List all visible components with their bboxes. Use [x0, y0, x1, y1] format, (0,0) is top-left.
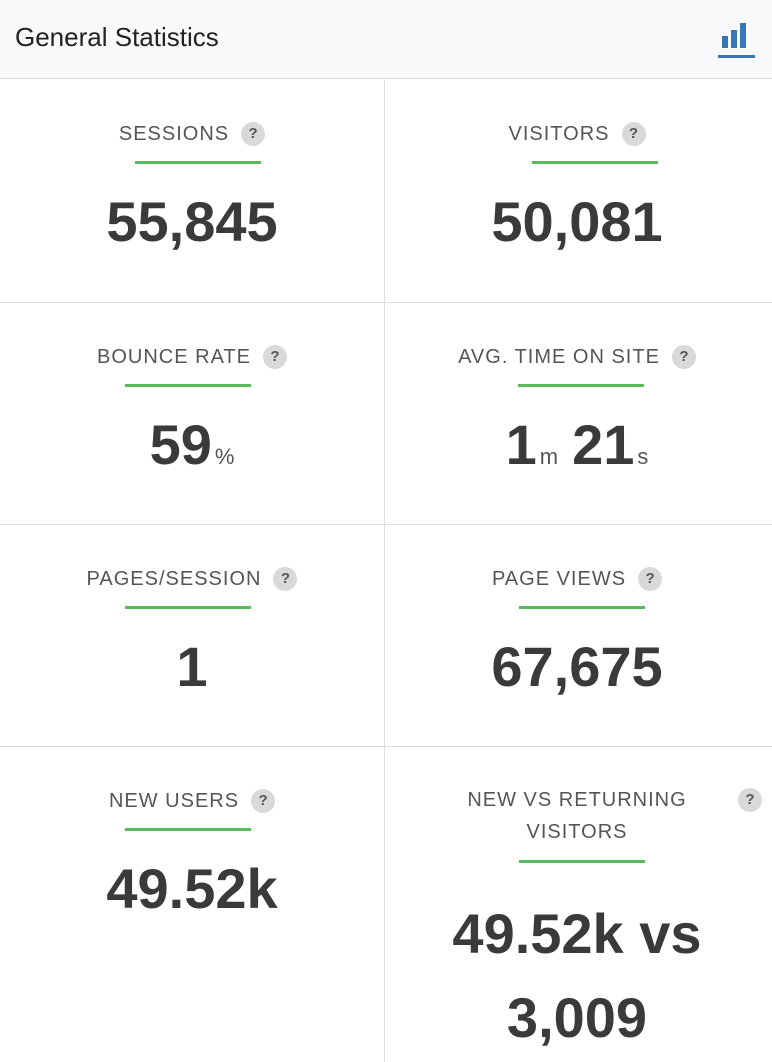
stat-value: 1: [176, 635, 208, 698]
stat-card-new-users: NEW USERS? 49.52k: [0, 747, 384, 1062]
accent-underline: [519, 606, 645, 609]
stat-card-sessions: SESSIONS? 55,845: [0, 80, 384, 302]
stat-card-page-views: PAGE VIEWS? 67,675: [385, 525, 769, 746]
stat-unit: %: [214, 444, 235, 469]
help-icon[interactable]: ?: [621, 121, 646, 146]
stat-label-line: NEW VS RETURNING: [467, 789, 687, 811]
stat-label: SESSIONS: [118, 122, 230, 145]
panel-title: General Statistics: [15, 22, 219, 52]
accent-underline: [125, 606, 251, 609]
stat-value-line: 49.52k vs: [452, 902, 702, 965]
help-icon[interactable]: ?: [241, 121, 266, 146]
stat-card-avg-time: AVG. TIME ON SITE? 1 m 21 s: [385, 303, 769, 524]
stat-seconds: 21: [572, 413, 635, 476]
accent-underline: [532, 161, 658, 164]
stat-card-pages-session: PAGES/SESSION? 1: [0, 525, 384, 746]
stat-unit: m: [539, 444, 559, 469]
bar-chart-icon[interactable]: [716, 18, 756, 60]
stat-number: 59: [149, 413, 212, 476]
stat-label: NEW USERS: [108, 789, 240, 812]
stat-label: BOUNCE RATE: [97, 345, 251, 368]
stat-value: 1 m 21 s: [385, 413, 769, 489]
stat-label: VISITORS: [508, 122, 610, 145]
stat-unit: s: [637, 444, 649, 469]
accent-underline: [125, 384, 251, 387]
help-icon[interactable]: ?: [638, 566, 663, 591]
stat-label: NEW VS RETURNING VISITORS: [445, 784, 709, 848]
statistics-grid: SESSIONS? 55,845 VISITORS? 50,081 BOUNCE…: [0, 80, 772, 1062]
help-icon[interactable]: ?: [671, 344, 696, 369]
stat-label: PAGE VIEWS: [491, 567, 627, 590]
stat-value: 49.52k vs 3,009: [385, 892, 769, 1060]
stat-value: 50,081: [491, 190, 663, 253]
stat-label-row: BOUNCE RATE?: [0, 340, 384, 373]
stat-card-visitors: VISITORS? 50,081: [385, 80, 769, 302]
help-icon[interactable]: ?: [738, 788, 762, 812]
stat-value: 55,845: [106, 190, 278, 253]
stat-label-row: AVG. TIME ON SITE?: [385, 340, 769, 373]
stat-label-row: NEW USERS?: [0, 784, 384, 817]
accent-underline: [135, 161, 261, 164]
stat-value: 49.52k: [106, 857, 278, 920]
stat-value-line: 3,009: [506, 986, 648, 1049]
stat-card-bounce-rate: BOUNCE RATE? 59%: [0, 303, 384, 524]
stat-card-new-vs-returning: NEW VS RETURNING VISITORS ? 49.52k vs 3,…: [385, 747, 769, 1062]
accent-underline: [519, 860, 645, 863]
help-icon[interactable]: ?: [273, 566, 298, 591]
stat-label: AVG. TIME ON SITE: [458, 345, 660, 368]
stat-label-row: SESSIONS?: [0, 117, 384, 150]
stat-label: PAGES/SESSION: [86, 567, 262, 590]
stat-label-row: PAGES/SESSION?: [0, 562, 384, 595]
accent-underline: [518, 384, 644, 387]
stat-label-row: PAGE VIEWS?: [385, 562, 769, 595]
stat-value: 59%: [0, 413, 384, 489]
stat-label-line: VISITORS: [526, 821, 628, 843]
stat-label-row: VISITORS?: [385, 117, 769, 150]
help-icon[interactable]: ?: [251, 788, 276, 813]
help-icon[interactable]: ?: [262, 344, 287, 369]
stat-value: 67,675: [491, 635, 663, 698]
stat-minutes: 1: [505, 413, 537, 476]
panel-header: General Statistics: [0, 0, 772, 79]
accent-underline: [125, 828, 251, 831]
